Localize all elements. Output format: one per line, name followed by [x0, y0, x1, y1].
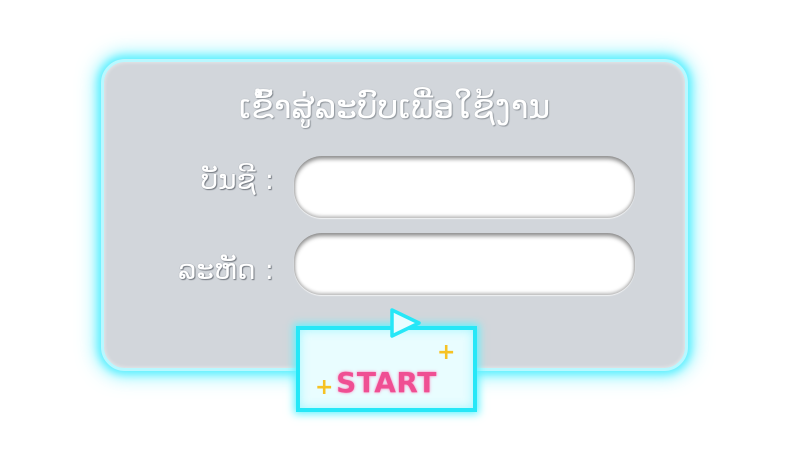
- sparkle-icon: +: [315, 375, 334, 400]
- play-triangle-icon: [390, 308, 421, 338]
- start-button[interactable]: START + +: [294, 307, 484, 417]
- login-screen: ເຂົ້າສູ່ລະບົບເພື່ອໃຊ້ງານ ບັນຊີ : ລະຫັດ :…: [0, 0, 787, 453]
- password-input[interactable]: [294, 233, 635, 295]
- account-input[interactable]: [294, 156, 635, 218]
- sparkle-icon: +: [437, 340, 456, 365]
- account-label: ບັນຊີ :: [200, 163, 274, 196]
- password-label: ລະຫັດ :: [178, 253, 274, 286]
- login-title: ເຂົ້າສູ່ລະບົບເພື່ອໃຊ້ງານ: [238, 87, 551, 126]
